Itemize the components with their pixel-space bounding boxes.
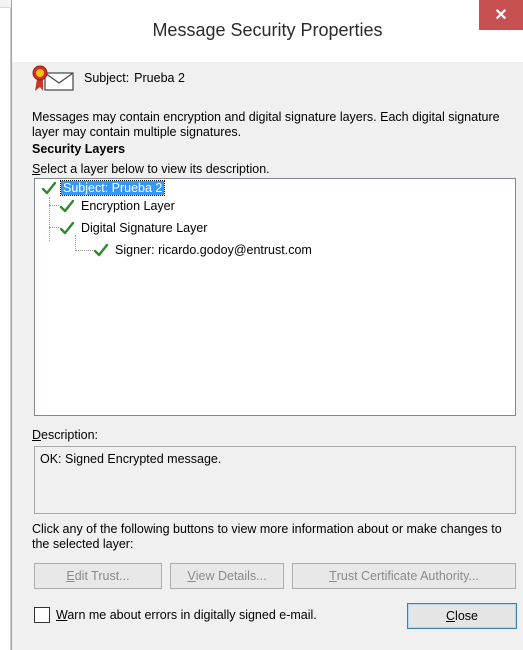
- title-bar: Message Security Properties ✕: [12, 0, 523, 62]
- edit-trust-mnemonic: E: [66, 569, 75, 583]
- warn-checkbox[interactable]: [34, 607, 50, 623]
- check-icon: [59, 221, 75, 235]
- view-details-button[interactable]: View Details...: [170, 563, 284, 589]
- warn-checkbox-mnemonic: W: [56, 608, 68, 622]
- tree-node-label: Subject: Prueba 2: [59, 180, 166, 196]
- warn-checkbox-label: Warn me about errors in digitally signed…: [56, 608, 317, 622]
- tree-line: [75, 235, 76, 251]
- tree-node-label: Encryption Layer: [81, 199, 175, 213]
- close-icon: ✕: [494, 7, 508, 24]
- tree-node-digital-signature-layer[interactable]: Digital Signature Layer: [59, 219, 209, 237]
- subject-value: Prueba 2: [134, 71, 185, 85]
- message-security-properties-dialog: Message Security Properties ✕ Subject: P…: [11, 0, 523, 650]
- check-icon: [59, 199, 75, 213]
- tree-line: [49, 197, 50, 241]
- description-label: Description:: [32, 428, 98, 442]
- subject-label: Subject:: [84, 71, 130, 85]
- description-label-text: escription:: [41, 428, 99, 442]
- check-icon: [93, 243, 109, 257]
- close-window-button[interactable]: ✕: [479, 0, 523, 30]
- trust-ca-mnemonic: T: [329, 569, 337, 583]
- tree-line: [49, 227, 59, 228]
- warn-checkbox-text: arn me about errors in digitally signed …: [67, 608, 317, 622]
- select-layer-hint: Select a layer below to view its descrip…: [32, 162, 270, 176]
- subject-row: Subject: Prueba 2: [32, 64, 185, 92]
- tree-line: [75, 250, 93, 251]
- trust-ca-label: rust Certificate Authority...: [336, 569, 479, 583]
- close-button-mnemonic: C: [446, 609, 456, 623]
- edit-trust-button[interactable]: Edit Trust...: [34, 563, 162, 589]
- tree-node-signer[interactable]: Signer: ricardo.godoy@entrust.com: [93, 241, 314, 259]
- tree-node-label: Signer: ricardo.godoy@entrust.com: [115, 243, 312, 257]
- warn-checkbox-row[interactable]: Warn me about errors in digitally signed…: [34, 607, 317, 623]
- description-label-mnemonic: D: [32, 428, 42, 442]
- tree-node-encryption-layer[interactable]: Encryption Layer: [59, 197, 177, 215]
- tree-node-label: Digital Signature Layer: [81, 221, 208, 235]
- trust-certificate-authority-button[interactable]: Trust Certificate Authority...: [292, 563, 516, 589]
- security-layers-heading: Security Layers: [32, 142, 126, 156]
- dialog-title: Message Security Properties: [152, 20, 383, 40]
- edit-trust-label: dit Trust...: [74, 569, 130, 583]
- certificate-envelope-icon: [32, 65, 74, 91]
- select-layer-hint-text: elect a layer below to view its descript…: [40, 162, 270, 176]
- check-icon: [41, 181, 57, 195]
- tree-line: [49, 205, 59, 206]
- view-details-mnemonic: V: [187, 569, 196, 583]
- intro-text: Messages may contain encryption and digi…: [32, 110, 500, 139]
- dialog-body: Subject: Prueba 2 Messages may contain e…: [12, 62, 523, 650]
- close-button-label: lose: [455, 609, 478, 623]
- description-box[interactable]: OK: Signed Encrypted message.: [34, 446, 516, 514]
- description-text: OK: Signed Encrypted message.: [40, 452, 222, 466]
- info-text: Click any of the following buttons to vi…: [32, 522, 502, 551]
- view-details-label: iew Details...: [195, 569, 267, 583]
- close-button[interactable]: Close: [407, 603, 517, 629]
- tree-node-subject[interactable]: Subject: Prueba 2: [41, 179, 166, 197]
- security-layers-tree[interactable]: Subject: Prueba 2 Encryption Layer Digit…: [34, 178, 516, 416]
